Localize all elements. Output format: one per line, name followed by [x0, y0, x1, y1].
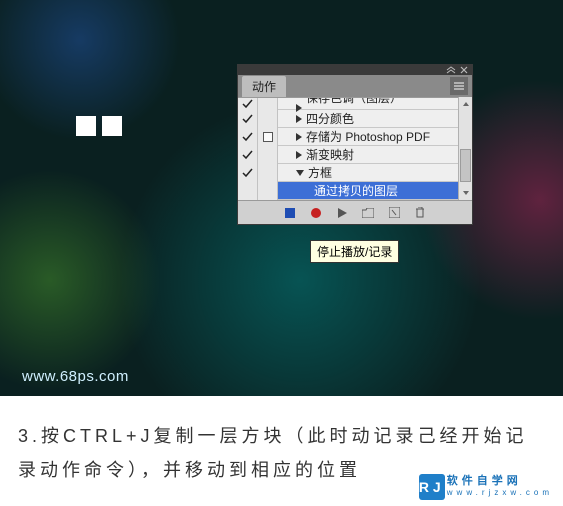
new-page-icon [389, 207, 400, 218]
action-content: 存储为 Photoshop PDF [278, 128, 458, 145]
action-content: 渐变映射 [278, 146, 458, 163]
action-row[interactable]: 方框 [238, 164, 458, 182]
scroll-down-button[interactable] [459, 186, 472, 200]
dialog-toggle[interactable] [258, 182, 278, 200]
chevron-down-icon [462, 190, 470, 196]
chevron-up-icon [462, 101, 470, 107]
toggle-checkbox[interactable] [238, 128, 258, 146]
record-button[interactable] [309, 206, 323, 220]
record-icon [311, 208, 321, 218]
action-label: 保存色调（图层） [306, 97, 402, 106]
checkmark-icon [242, 114, 253, 124]
logo-url: www.rjzxw.com [447, 487, 553, 498]
toggle-checkbox[interactable] [238, 182, 258, 200]
watermark-url: www.68ps.com [22, 368, 129, 385]
action-label: 通过拷贝的图层 [314, 182, 398, 199]
scroll-up-button[interactable] [459, 97, 472, 111]
stop-icon [285, 208, 295, 218]
checkmark-icon [242, 132, 253, 142]
new-action-button[interactable] [387, 206, 401, 220]
panel-title-bar[interactable] [238, 65, 472, 75]
collapse-triangle-icon[interactable] [296, 170, 304, 176]
tooltip-stop-recording: 停止播放/记录 [310, 240, 399, 263]
action-row[interactable]: 四分颜色 [238, 110, 458, 128]
checkmark-icon [242, 150, 253, 160]
menu-icon [454, 82, 464, 90]
checkmark-icon [242, 99, 253, 109]
checkmark-icon [242, 168, 253, 178]
tab-actions[interactable]: 动作 [242, 76, 286, 97]
actions-panel: 动作 保存色调（图层） 四分颜色存储为 Photoshop PDF渐变映射方框通过… [237, 64, 473, 225]
dialog-toggle[interactable] [258, 110, 278, 128]
logo-badge: RJ [419, 474, 445, 500]
dialog-toggle[interactable] [258, 128, 278, 146]
action-row[interactable]: 保存色调（图层） [238, 98, 458, 110]
canvas-squares-group [76, 116, 122, 136]
expand-triangle-icon[interactable] [296, 151, 302, 159]
white-square[interactable] [102, 116, 122, 136]
white-square[interactable] [76, 116, 96, 136]
actions-scrollbar[interactable] [458, 97, 472, 200]
stop-button[interactable] [283, 206, 297, 220]
folder-icon [362, 208, 374, 218]
action-row[interactable]: 通过拷贝的图层 [238, 182, 458, 200]
panel-tab-row: 动作 [238, 75, 472, 97]
toggle-checkbox[interactable] [238, 146, 258, 164]
action-label: 存储为 Photoshop PDF [306, 128, 430, 145]
action-content: 通过拷贝的图层 [278, 182, 458, 199]
instruction-text-area: 3.按CTRL+J复制一层方块（此时动记录己经开始记录动作命令），并移动到相应的… [0, 405, 563, 506]
photoshop-canvas-background: 动作 保存色调（图层） 四分颜色存储为 Photoshop PDF渐变映射方框通过… [0, 0, 563, 396]
logo-name: 软件自学网 [447, 476, 553, 487]
action-row[interactable]: 存储为 Photoshop PDF [238, 128, 458, 146]
action-content: 方框 [278, 164, 458, 181]
new-set-button[interactable] [361, 206, 375, 220]
action-label: 渐变映射 [306, 146, 354, 163]
expand-triangle-icon[interactable] [296, 133, 302, 141]
toggle-checkbox[interactable] [238, 110, 258, 128]
action-content: 四分颜色 [278, 110, 458, 127]
action-label: 方框 [308, 164, 332, 181]
close-icon[interactable] [460, 66, 468, 74]
delete-button[interactable] [413, 206, 427, 220]
action-row[interactable]: 渐变映射 [238, 146, 458, 164]
action-label: 四分颜色 [306, 110, 354, 127]
trash-icon [415, 207, 425, 218]
dialog-toggle[interactable] [258, 164, 278, 182]
site-logo: RJ 软件自学网 www.rjzxw.com [419, 474, 553, 500]
expand-triangle-icon[interactable] [296, 115, 302, 123]
scroll-thumb[interactable] [460, 149, 471, 183]
play-button[interactable] [335, 206, 349, 220]
actions-panel-footer [238, 200, 472, 224]
dialog-toggle[interactable] [258, 146, 278, 164]
actions-list: 保存色调（图层） 四分颜色存储为 Photoshop PDF渐变映射方框通过拷贝的… [238, 97, 458, 200]
play-icon [338, 208, 347, 218]
panel-menu-button[interactable] [450, 77, 468, 95]
toggle-checkbox[interactable] [238, 164, 258, 182]
collapse-icon[interactable] [446, 66, 456, 74]
dialog-box-icon [263, 132, 273, 142]
